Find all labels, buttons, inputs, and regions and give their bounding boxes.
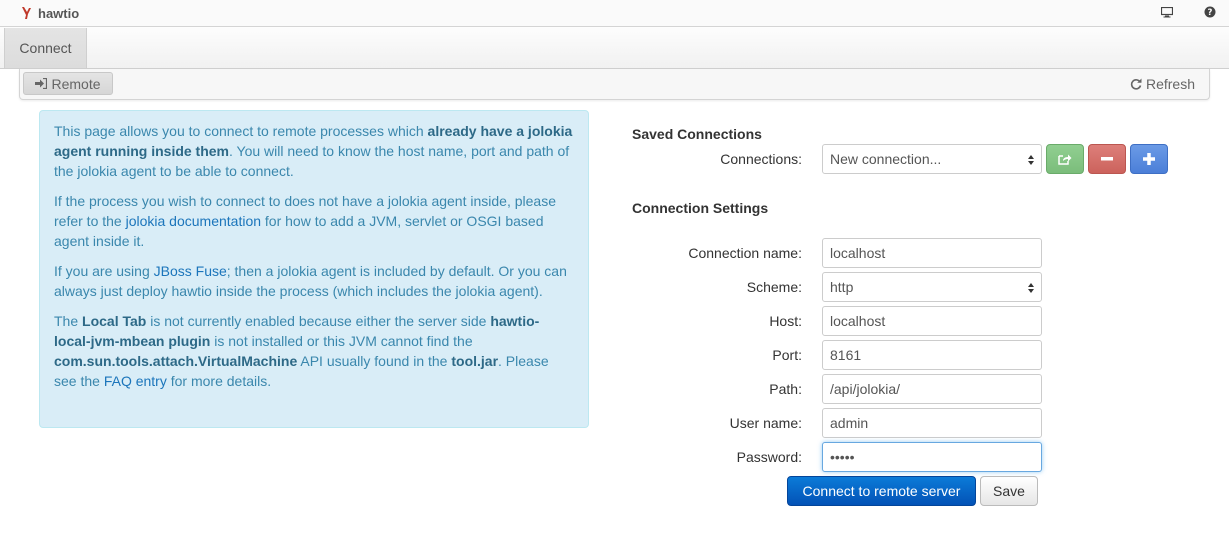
password-label: Password: [736, 449, 802, 465]
refresh-button[interactable]: Refresh [1130, 75, 1195, 93]
path-input[interactable]: /api/jolokia/ [822, 374, 1042, 404]
connection-name-label: Connection name: [688, 245, 802, 261]
path-label: Path: [769, 381, 802, 397]
connections-label: Connections: [720, 151, 802, 167]
port-input[interactable]: 8161 [822, 340, 1042, 370]
info-paragraph-3: If you are using JBoss Fuse; then a jolo… [54, 263, 567, 299]
user-name-input[interactable]: admin [822, 408, 1042, 438]
svg-text:?: ? [1208, 8, 1213, 18]
select-arrows-icon [1028, 155, 1034, 165]
connection-settings-title: Connection Settings [632, 200, 769, 216]
host-input[interactable]: localhost [822, 306, 1042, 336]
connections-select[interactable]: New connection... [822, 144, 1042, 174]
app-title: hawtio [38, 5, 80, 21]
faq-entry-link[interactable]: FAQ entry [104, 373, 167, 389]
sub-toolbar: Remote Refresh [19, 69, 1210, 100]
minus-icon [1101, 157, 1113, 161]
share-icon [1058, 154, 1072, 165]
refresh-button-label: Refresh [1145, 76, 1195, 92]
remote-button-label: Remote [51, 75, 101, 92]
save-button[interactable]: Save [980, 476, 1038, 506]
hawtio-logo-icon [22, 7, 31, 19]
info-paragraph-4: The Local Tab is not currently enabled b… [54, 313, 549, 389]
info-paragraph-2: If the process you wish to connect to do… [54, 193, 556, 249]
scheme-label: Scheme: [746, 279, 802, 295]
sign-in-icon [35, 78, 48, 89]
help-icon[interactable]: ? [1203, 5, 1217, 19]
jboss-fuse-link[interactable]: JBoss Fuse [154, 263, 227, 279]
tab-bar: Connect [0, 27, 1229, 69]
top-navbar: hawtio ? [0, 0, 1229, 27]
info-alert: This page allows you to connect to remot… [39, 110, 589, 428]
remote-button[interactable]: Remote [23, 72, 113, 95]
brand[interactable]: hawtio [20, 5, 79, 21]
share-connection-button[interactable] [1046, 144, 1084, 174]
scheme-select-value: http [830, 279, 854, 295]
password-input[interactable]: ••••• [822, 442, 1042, 472]
connect-button[interactable]: Connect to remote server [787, 476, 976, 506]
info-paragraph-1: This page allows you to connect to remot… [54, 123, 573, 179]
connections-select-value: New connection... [830, 151, 942, 167]
plus-icon [1143, 153, 1155, 165]
select-arrows-icon [1028, 283, 1034, 293]
tab-connect[interactable]: Connect [4, 28, 87, 68]
add-connection-button[interactable] [1130, 144, 1168, 174]
saved-connections-title: Saved Connections [632, 126, 762, 142]
refresh-icon [1130, 78, 1142, 90]
port-label: Port: [772, 347, 802, 363]
scheme-select[interactable]: http [822, 272, 1042, 302]
delete-connection-button[interactable] [1088, 144, 1126, 174]
connection-name-input[interactable]: localhost [822, 238, 1042, 268]
monitor-icon[interactable] [1160, 5, 1174, 19]
user-name-label: User name: [729, 415, 802, 431]
jolokia-docs-link[interactable]: jolokia documentation [126, 213, 261, 229]
host-label: Host: [769, 313, 802, 329]
